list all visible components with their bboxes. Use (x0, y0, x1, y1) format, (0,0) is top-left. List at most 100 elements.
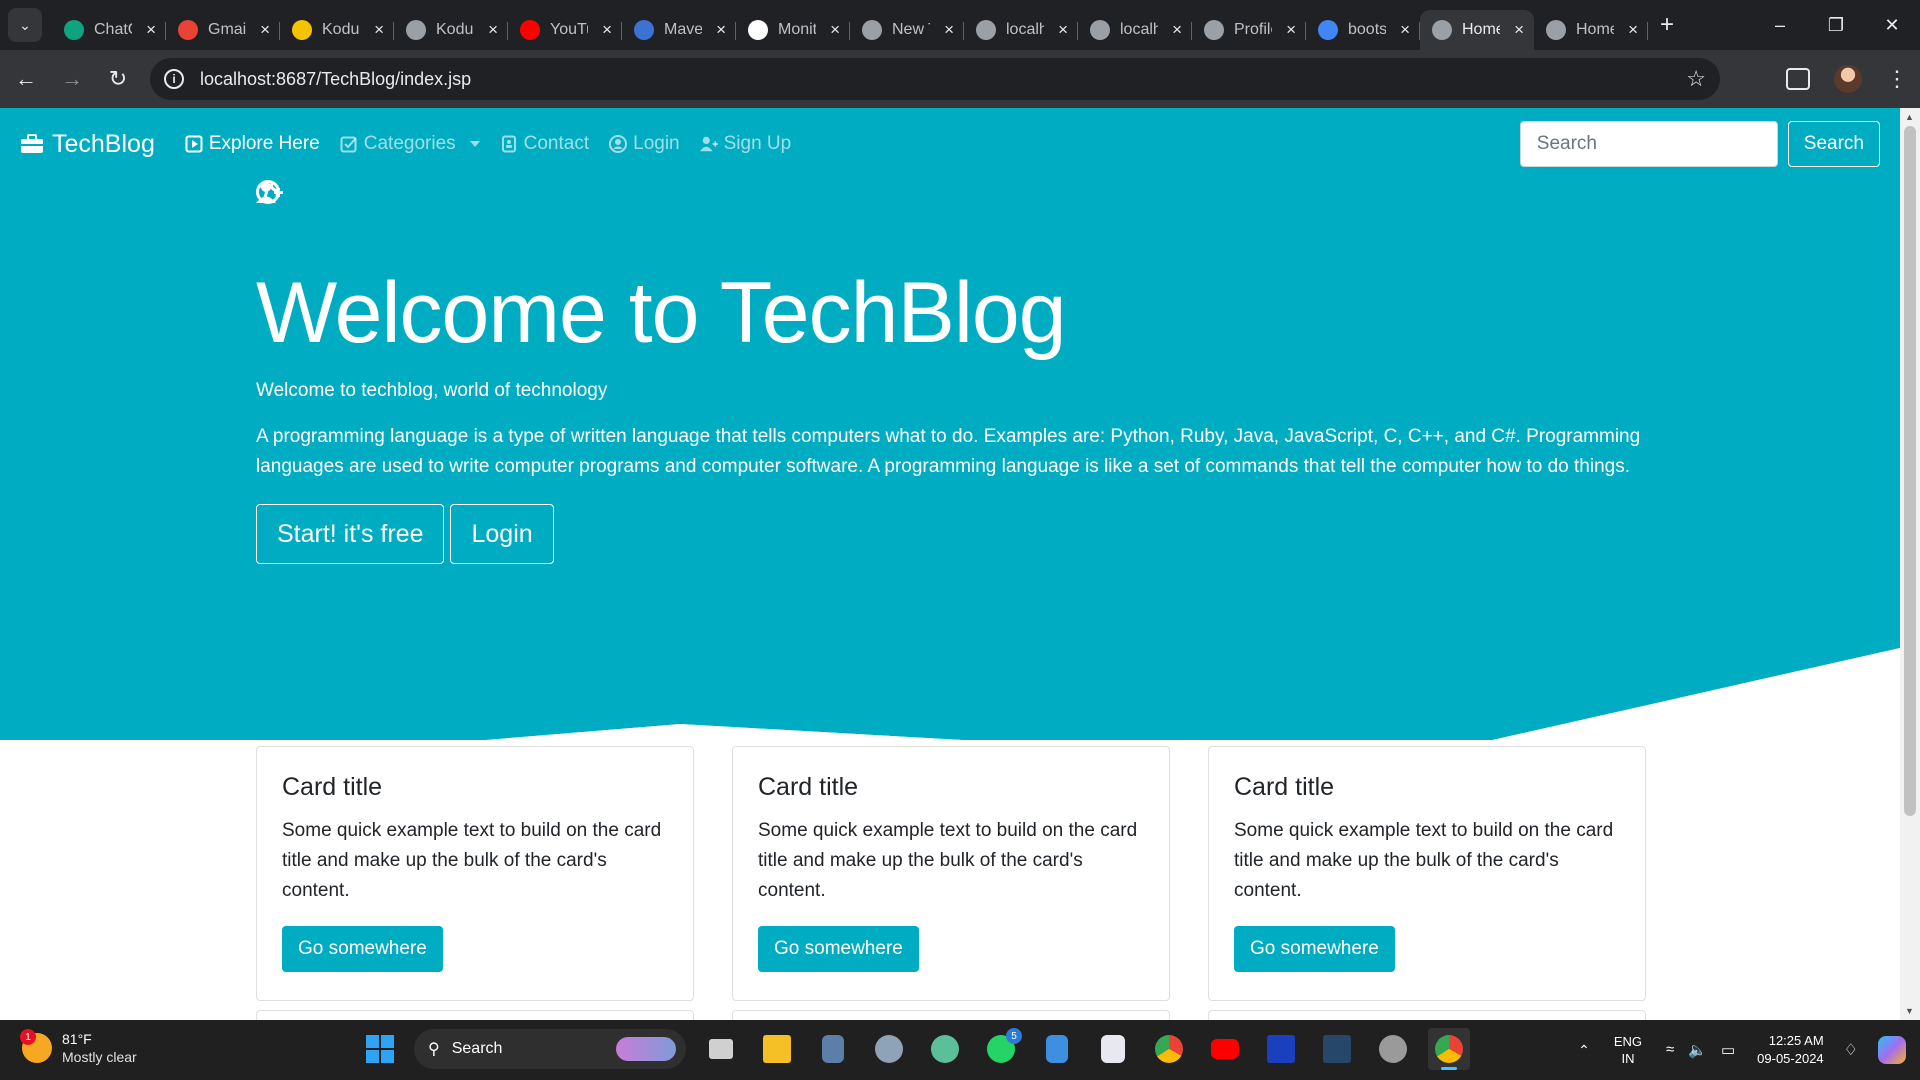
close-tab-icon[interactable]: × (488, 20, 498, 40)
taskbar-search[interactable]: ⚲ Search (414, 1029, 686, 1069)
chevron-up-icon[interactable]: ⌃ (1578, 1042, 1590, 1059)
start-free-button[interactable]: Start! it's free (256, 182, 445, 564)
google-icon (1318, 20, 1338, 40)
extensions-icon[interactable] (1786, 68, 1810, 90)
gear-app-icon[interactable] (1372, 1028, 1414, 1070)
snipping-tool-icon[interactable] (1092, 1028, 1134, 1070)
chatgpt-icon[interactable] (924, 1028, 966, 1070)
calculator-icon[interactable] (812, 1028, 854, 1070)
reload-button[interactable]: ↻ (98, 59, 138, 99)
close-tab-icon[interactable]: × (1172, 20, 1182, 40)
back-button[interactable]: ← (6, 59, 46, 99)
task-view-icon[interactable] (700, 1028, 742, 1070)
nav-explore-here[interactable]: Explore Here (185, 133, 320, 155)
chrome-icon[interactable] (1148, 1028, 1190, 1070)
caret-down-icon (469, 141, 480, 147)
close-tab-icon[interactable]: × (1058, 20, 1068, 40)
youtube-icon[interactable] (1204, 1028, 1246, 1070)
region-code: IN (1621, 1051, 1635, 1066)
close-tab-icon[interactable]: × (1400, 20, 1410, 40)
browser-tab[interactable]: ChatGPT × (52, 10, 166, 50)
browser-tab[interactable]: Home × (1420, 10, 1534, 50)
vs-code-icon[interactable] (1316, 1028, 1358, 1070)
page-scrollbar[interactable]: ▲ ▼ (1900, 108, 1920, 1020)
go-somewhere-button[interactable]: Go somewhere (758, 926, 919, 972)
browser-tab[interactable]: localhost × (964, 10, 1078, 50)
tab-list: ChatGPT×Gmail×Kodular×Kodular×YouTube×Ma… (52, 0, 1648, 50)
close-tab-icon[interactable]: × (1286, 20, 1296, 40)
scroll-up-arrow-icon[interactable]: ▲ (1905, 112, 1914, 122)
page-viewport: TechBlog Explore Here Categories Contact… (0, 108, 1920, 1020)
restore-button[interactable]: ❐ (1808, 0, 1864, 50)
forward-button[interactable]: → (52, 59, 92, 99)
file-explorer-icon[interactable] (756, 1028, 798, 1070)
nav-sign-up[interactable]: Sign Up (699, 133, 791, 155)
close-tab-icon[interactable]: × (146, 20, 156, 40)
browser-tab[interactable]: Monitor × (736, 10, 850, 50)
chrome-active-icon[interactable] (1428, 1028, 1470, 1070)
browser-tab[interactable]: Maven × (622, 10, 736, 50)
scroll-down-arrow-icon[interactable]: ▼ (1905, 1006, 1914, 1016)
navbar-search-form: Search (1519, 121, 1880, 167)
l-app-icon[interactable] (1260, 1028, 1302, 1070)
language-indicator[interactable]: ENG IN (1614, 1033, 1642, 1067)
bookmark-star-icon[interactable]: ☆ (1686, 66, 1706, 92)
browser-tab[interactable]: Profile × (1192, 10, 1306, 50)
card: Card title Some quick example text to bu… (732, 746, 1170, 1001)
browser-tab[interactable]: Home × (1534, 10, 1648, 50)
profile-avatar[interactable] (1834, 65, 1862, 93)
hero-banner: Welcome to TechBlog Welcome to techblog,… (0, 180, 1900, 740)
whatsapp-icon[interactable]: 5 (980, 1028, 1022, 1070)
browser-tab[interactable]: Gmail × (166, 10, 280, 50)
clock[interactable]: 12:25 AM 09-05-2024 (1757, 1032, 1824, 1068)
language-code: ENG (1613, 1034, 1643, 1049)
navbar-search-button[interactable]: Search (1787, 121, 1880, 167)
nav-categories-label: Categories (363, 133, 456, 154)
wifi-icon: ≈ (1666, 1041, 1675, 1058)
browser-tab[interactable]: Kodular × (280, 10, 394, 50)
close-window-button[interactable]: ✕ (1864, 0, 1920, 50)
new-tab-button[interactable]: + (1660, 11, 1674, 39)
settings-icon[interactable] (868, 1028, 910, 1070)
navbar-search-input[interactable] (1519, 121, 1778, 167)
close-tab-icon[interactable]: × (944, 20, 954, 40)
close-tab-icon[interactable]: × (830, 20, 840, 40)
close-tab-icon[interactable]: × (602, 20, 612, 40)
close-tab-icon[interactable]: × (374, 20, 384, 40)
nav-contact[interactable]: Contact (500, 133, 589, 155)
quick-settings[interactable]: ≈ 🔈 ▭ (1666, 1041, 1735, 1059)
close-tab-icon[interactable]: × (1514, 20, 1524, 40)
notification-bell-icon[interactable]: ♢ (1844, 1040, 1858, 1060)
windows-start-button[interactable] (360, 1029, 400, 1069)
minimize-button[interactable]: – (1752, 0, 1808, 50)
scrollbar-thumb[interactable] (1904, 126, 1916, 816)
address-bar[interactable]: i localhost:8687/TechBlog/index.jsp ☆ (150, 58, 1720, 100)
nav-login-label: Login (633, 133, 680, 154)
nav-categories-dropdown[interactable]: Categories (340, 133, 480, 155)
close-tab-icon[interactable]: × (1628, 20, 1638, 40)
address-url[interactable]: localhost:8687/TechBlog/index.jsp (200, 69, 471, 90)
go-somewhere-button[interactable]: Go somewhere (1234, 926, 1395, 972)
globe-icon (256, 180, 280, 204)
copilot-icon[interactable] (1878, 1036, 1906, 1064)
notepad-icon[interactable] (1036, 1028, 1078, 1070)
browser-tab[interactable]: localhost × (1078, 10, 1192, 50)
browser-tab-strip: ⌄ ChatGPT × Gmail × Kodular × Kodular × YouTube ×… (0, 0, 1920, 50)
browser-tab[interactable]: YouTube × (508, 10, 622, 50)
weather-widget[interactable]: 1 81°F Mostly clear (20, 1029, 137, 1066)
close-tab-icon[interactable]: × (260, 20, 270, 40)
brand-link[interactable]: TechBlog (20, 130, 155, 159)
tab-title: bootstrap (1348, 21, 1386, 38)
tab-search-button[interactable]: ⌄ (8, 8, 42, 42)
close-tab-icon[interactable]: × (716, 20, 726, 40)
browser-tab[interactable]: bootstrap × (1306, 10, 1420, 50)
hero-login-button[interactable]: Login (256, 180, 554, 564)
site-info-icon[interactable]: i (164, 69, 184, 89)
user-circle-icon (609, 135, 628, 153)
nav-login[interactable]: Login (609, 133, 680, 155)
go-somewhere-button[interactable]: Go somewhere (282, 926, 443, 972)
site-navbar: TechBlog Explore Here Categories Contact… (0, 108, 1900, 180)
browser-tab[interactable]: New Tab × (850, 10, 964, 50)
more-menu-icon[interactable]: ⋮ (1886, 66, 1908, 92)
browser-tab[interactable]: Kodular × (394, 10, 508, 50)
